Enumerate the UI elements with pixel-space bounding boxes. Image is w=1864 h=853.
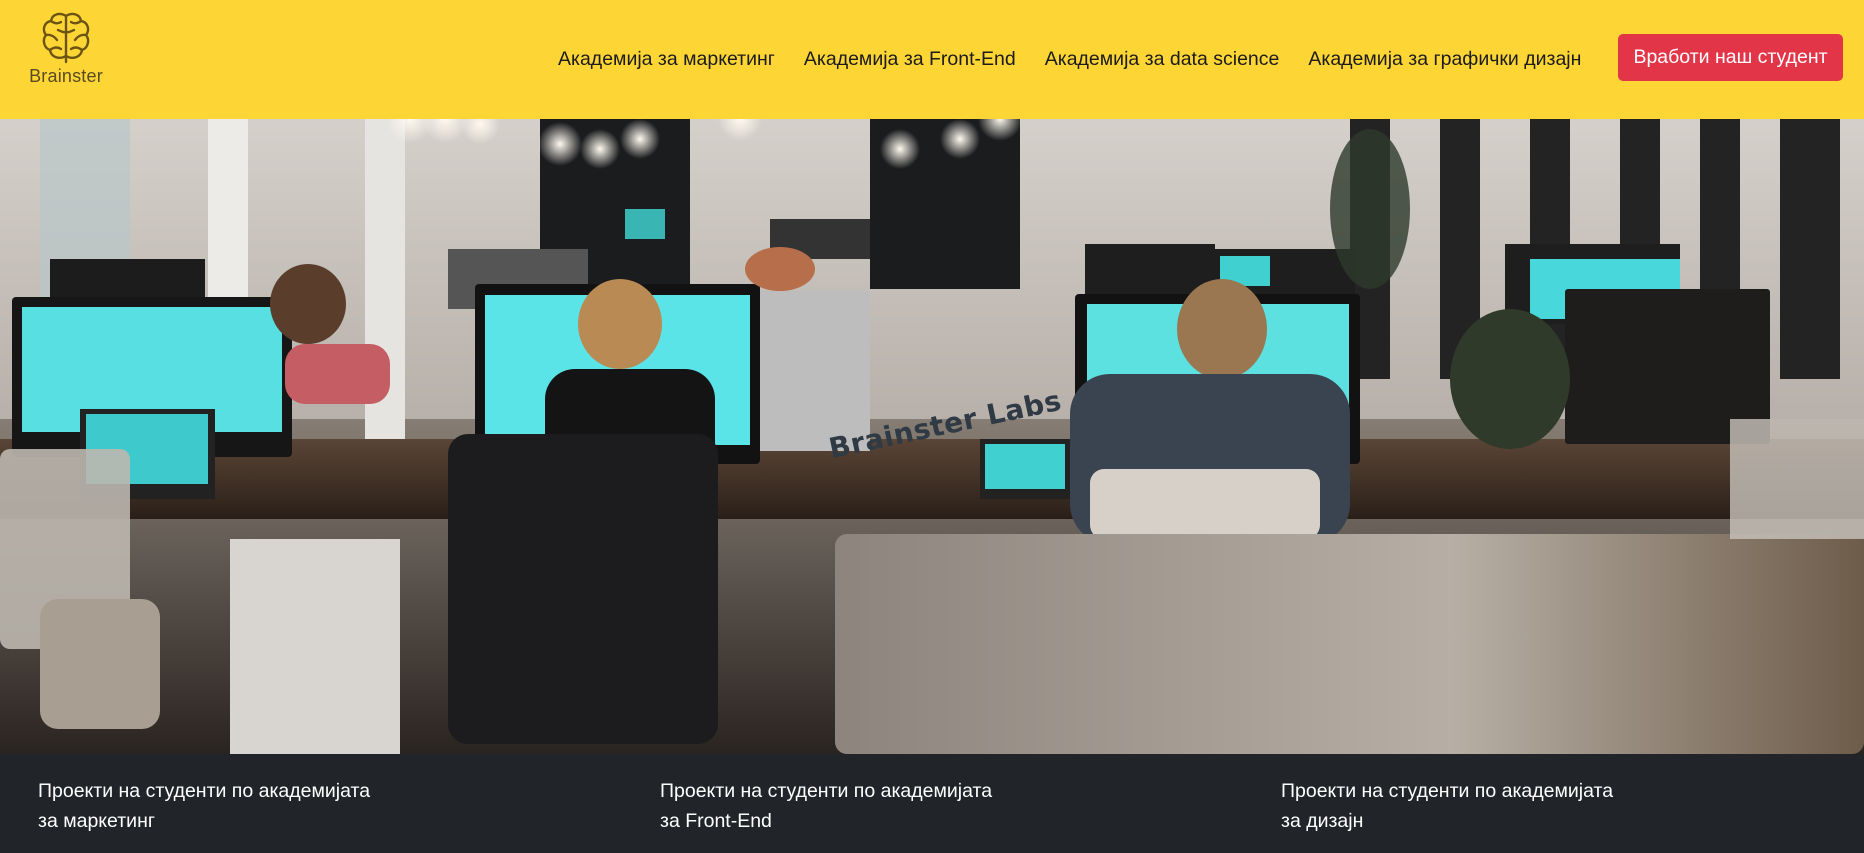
top-navbar: Brainster Академија за маркетинг Академи… — [0, 0, 1864, 119]
main-nav: Академија за маркетинг Академија за Fron… — [558, 0, 1610, 119]
brain-logo-icon — [42, 12, 90, 64]
projects-front-end-line2: за Front-End — [660, 810, 772, 832]
projects-front-end-line1: Проекти на студенти по академијата — [660, 780, 993, 802]
nav-link-front-end[interactable]: Академија за Front-End — [804, 48, 1016, 71]
nav-link-graphic-design[interactable]: Академија за графички дизајн — [1308, 48, 1581, 71]
projects-design-line1: Проекти на студенти по академијата — [1281, 780, 1614, 802]
hero-image: Brainster Labs — [0, 119, 1864, 754]
brand-logo-link[interactable]: Brainster — [18, 10, 114, 100]
projects-marketing-link[interactable]: Проекти на студенти по академијата за ма… — [38, 776, 458, 836]
projects-design-link[interactable]: Проекти на студенти по академијата за ди… — [1281, 776, 1701, 836]
projects-marketing-line2: за маркетинг — [38, 810, 155, 832]
projects-design-line2: за дизајн — [1281, 810, 1364, 832]
nav-link-marketing[interactable]: Академија за маркетинг — [558, 48, 775, 71]
nav-link-data-science[interactable]: Академија за data science — [1045, 48, 1280, 71]
projects-front-end-link[interactable]: Проекти на студенти по академијата за Fr… — [660, 776, 1080, 836]
projects-marketing-line1: Проекти на студенти по академијата — [38, 780, 371, 802]
projects-strip: Проекти на студенти по академијата за ма… — [0, 754, 1864, 853]
hire-student-button[interactable]: Вработи наш студент — [1618, 34, 1843, 81]
brand-name: Brainster — [29, 66, 103, 86]
